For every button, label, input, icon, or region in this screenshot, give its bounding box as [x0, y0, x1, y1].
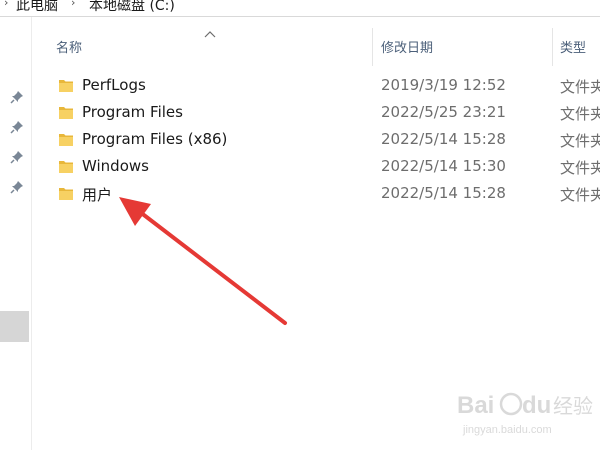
pin-icon[interactable]: [9, 89, 25, 105]
file-date: 2022/5/14 15:28: [381, 184, 506, 202]
file-type: 文件夹: [560, 105, 600, 123]
file-date: 2019/3/19 12:52: [381, 76, 506, 94]
svg-text:Bai: Bai: [457, 392, 494, 419]
folder-icon: [59, 134, 73, 146]
file-name[interactable]: Program Files: [82, 103, 183, 121]
folder-icon: [59, 80, 73, 92]
breadcrumb: › 此电脑 › 本地磁盘 (C:): [0, 0, 600, 17]
breadcrumb-item-local-disk[interactable]: 本地磁盘 (C:): [89, 0, 175, 15]
column-header-modified[interactable]: 修改日期: [381, 37, 433, 56]
pin-icon[interactable]: [9, 149, 25, 165]
folder-icon: [59, 107, 73, 119]
file-row[interactable]: PerfLogs 2019/3/19 12:52 文件夹: [40, 73, 600, 99]
column-header-type[interactable]: 类型: [560, 37, 586, 56]
file-name[interactable]: Program Files (x86): [82, 130, 227, 148]
file-row[interactable]: 用户 2022/5/14 15:28 文件夹: [40, 181, 600, 207]
column-divider[interactable]: [552, 28, 553, 66]
file-type: 文件夹: [560, 132, 600, 150]
chevron-right-icon[interactable]: ›: [71, 0, 75, 9]
folder-icon: [59, 161, 73, 173]
breadcrumb-item-this-pc[interactable]: 此电脑: [16, 0, 58, 15]
column-divider[interactable]: [372, 28, 373, 66]
file-date: 2022/5/14 15:30: [381, 157, 506, 175]
file-date: 2022/5/14 15:28: [381, 130, 506, 148]
svg-text:jingyan.baidu.com: jingyan.baidu.com: [462, 424, 552, 436]
file-name[interactable]: PerfLogs: [82, 76, 146, 94]
file-row[interactable]: Program Files (x86) 2022/5/14 15:28 文件夹: [40, 127, 600, 153]
pin-icon[interactable]: [9, 179, 25, 195]
navigation-pane[interactable]: [0, 17, 32, 450]
svg-text:经验: 经验: [553, 395, 593, 418]
file-name[interactable]: 用户: [82, 184, 112, 205]
baidu-jingyan-watermark: Bai du 经验 jingyan.baidu.com: [457, 392, 593, 436]
chevron-right-icon[interactable]: ›: [4, 0, 8, 9]
file-type: 文件夹: [560, 78, 600, 96]
file-row[interactable]: Windows 2022/5/14 15:30 文件夹: [40, 154, 600, 180]
pin-icon[interactable]: [9, 119, 25, 135]
file-name[interactable]: Windows: [82, 157, 149, 175]
file-date: 2022/5/25 23:21: [381, 103, 506, 121]
nav-selected-item[interactable]: [0, 311, 29, 342]
column-header-name[interactable]: 名称: [56, 37, 82, 56]
folder-icon: [59, 188, 73, 200]
file-type: 文件夹: [560, 186, 600, 204]
file-row[interactable]: Program Files 2022/5/25 23:21 文件夹: [40, 100, 600, 126]
svg-text:du: du: [522, 392, 551, 419]
file-type: 文件夹: [560, 159, 600, 177]
sort-ascending-icon: [204, 31, 216, 38]
